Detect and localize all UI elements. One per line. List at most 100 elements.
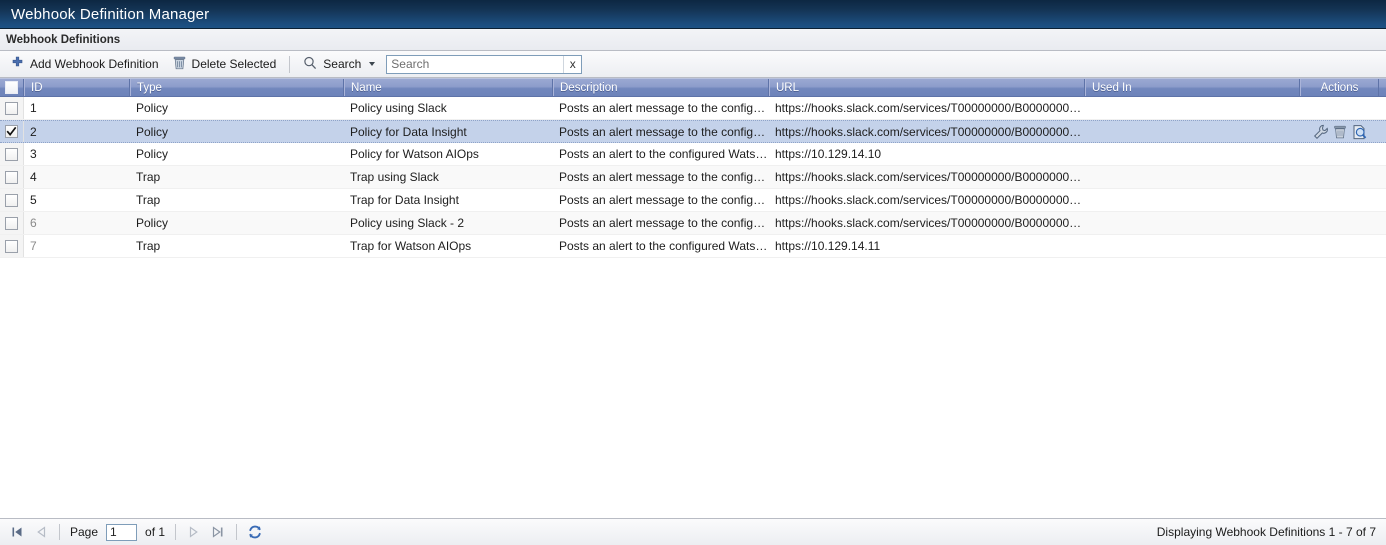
cell-url: https://hooks.slack.com/services/T000000… [775,216,1085,230]
row-select-cell[interactable] [0,97,24,119]
view-details-icon[interactable] [1351,124,1367,140]
cell-used-in [1085,235,1300,257]
cell-type: Trap [136,239,161,253]
column-header-name[interactable]: Name [344,79,553,96]
cell-actions [1300,212,1379,234]
pager-divider-left [59,524,60,540]
row-select-cell[interactable] [0,235,24,257]
search-field-wrapper: x [386,54,583,74]
add-webhook-definition-button[interactable]: Add Webhook Definition [4,53,166,76]
row-select-cell[interactable] [0,121,24,142]
table-row[interactable]: 4 Trap Trap using Slack Posts an alert mess… [0,166,1386,189]
cell-type: Trap [136,193,161,207]
column-header-used-in[interactable]: Used In [1085,79,1300,96]
row-select-cell[interactable] [0,189,24,211]
pager-divider-refresh [236,524,238,540]
row-select-cell[interactable] [0,166,24,188]
column-header-type[interactable]: Type [130,79,344,96]
refresh-button[interactable] [244,521,266,543]
row-select-checkbox[interactable] [5,101,18,115]
cell-description: Posts an alert message to the configure.… [559,170,769,184]
row-select-checkbox[interactable] [5,170,18,184]
cell-actions [1300,166,1379,188]
pagination-controls: Page of 1 [6,521,266,543]
refresh-icon [249,525,261,539]
cell-type: Trap [136,170,161,184]
search-menu-button[interactable]: Search [296,53,382,76]
grid-body: 1 Policy Policy using Slack Posts an alert … [0,97,1386,518]
cell-id: 4 [30,170,37,184]
cell-actions [1300,121,1379,142]
pagination-footer: Page of 1 [0,518,1386,545]
table-row[interactable]: 3 Policy Policy for Watson AIOps Posts an a… [0,143,1386,166]
next-page-button[interactable] [183,521,205,543]
last-page-icon [212,526,223,538]
table-row[interactable]: 5 Trap Trap for Data Insight Posts an alert… [0,189,1386,212]
cell-used-in [1085,166,1300,188]
first-page-icon [12,527,22,537]
row-select-cell[interactable] [0,143,24,165]
cell-used-in [1085,97,1300,119]
row-select-checkbox[interactable] [5,125,18,138]
page-number-input[interactable] [106,523,138,541]
row-select-checkbox[interactable] [5,193,18,207]
wrench-icon[interactable] [1313,124,1329,140]
cell-actions [1300,143,1379,165]
magnifier-icon [303,56,317,73]
cell-name: Policy for Watson AIOps [350,147,479,161]
cell-type: Policy [136,216,169,230]
cell-name: Trap for Watson AIOps [350,239,472,253]
cell-name: Policy for Data Insight [350,124,467,139]
row-action-buttons [1313,124,1367,140]
delete-selected-label: Delete Selected [191,57,277,71]
cell-id: 1 [30,101,37,115]
row-select-checkbox[interactable] [5,216,18,230]
table-row[interactable]: 1 Policy Policy using Slack Posts an alert … [0,97,1386,120]
cell-used-in [1085,121,1300,142]
last-page-button[interactable] [207,521,229,543]
delete-selected-button[interactable]: Delete Selected [166,53,284,76]
cell-actions [1300,189,1379,211]
cell-name: Policy using Slack [350,101,447,115]
column-header-select-all[interactable] [0,79,24,96]
page-count-label: of 1 [145,525,166,539]
row-select-checkbox[interactable] [5,239,18,253]
checkmark-icon [6,126,17,136]
clear-search-icon[interactable]: x [563,55,581,73]
table-row[interactable]: 6 Policy Policy using Slack - 2 Posts an al… [0,212,1386,235]
cell-name: Trap for Data Insight [350,193,459,207]
toolbar-divider [289,55,291,73]
first-page-button[interactable] [6,521,28,543]
column-header-description[interactable]: Description [553,79,769,96]
cell-used-in [1085,212,1300,234]
cell-id: 7 [30,239,37,253]
chevron-down-icon [369,62,376,66]
section-title: Webhook Definitions [6,33,121,46]
webhook-definitions-grid: ID Type Name Description URL Used In Act… [0,78,1386,518]
column-header-url[interactable]: URL [769,79,1085,96]
trash-icon[interactable] [1332,124,1348,140]
row-select-checkbox[interactable] [5,147,18,161]
previous-page-button[interactable] [30,521,52,543]
search-menu-label: Search [323,57,362,71]
search-input[interactable] [387,55,564,73]
pager-divider-right [175,524,177,540]
column-header-id[interactable]: ID [24,79,130,96]
cell-id: 5 [30,193,37,207]
select-all-checkbox[interactable] [5,81,18,94]
cell-url: https://10.129.14.11 [775,239,881,253]
page-title: Webhook Definition Manager [11,5,210,23]
next-page-icon [189,526,198,538]
cell-url: https://hooks.slack.com/services/T000000… [775,170,1085,184]
cell-used-in [1085,143,1300,165]
table-row[interactable]: 7 Trap Trap for Watson AIOps Posts an alert… [0,235,1386,258]
table-row[interactable]: 2 Policy Policy for Data Insight Posts an a… [0,120,1386,143]
cell-actions [1300,235,1379,257]
row-select-cell[interactable] [0,212,24,234]
section-header: Webhook Definitions [0,29,1386,51]
page-label: Page [70,525,99,539]
cell-id: 6 [30,216,37,230]
cell-actions [1300,97,1379,119]
webhook-definition-manager-window: Webhook Definition Manager Webhook Defin… [0,0,1386,545]
column-header-actions: Actions [1300,79,1379,96]
